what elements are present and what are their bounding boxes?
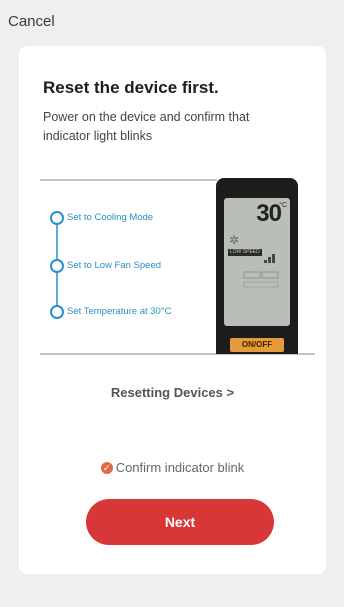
confirm-indicator-checkbox[interactable]: ✓ Confirm indicator blink xyxy=(19,460,326,475)
step-3-label: Set Temperature at 30°C xyxy=(67,306,172,317)
remote-lcd: 30 °C LOW SPEED ✲ xyxy=(224,198,290,326)
cancel-button[interactable]: Cancel xyxy=(8,13,55,30)
top-bar: Cancel xyxy=(0,0,344,44)
svg-text:✲: ✲ xyxy=(229,233,239,247)
step-marker-1 xyxy=(50,211,64,225)
page-title: Reset the device first. xyxy=(43,78,219,97)
confirm-label: Confirm indicator blink xyxy=(115,460,245,475)
step-marker-2 xyxy=(50,259,64,273)
reset-card: Reset the device first. Power on the dev… xyxy=(19,46,326,574)
lcd-segments: ✲ xyxy=(229,233,279,288)
remote-control-image: 30 °C LOW SPEED ✲ ON/OFF xyxy=(216,178,298,354)
resetting-devices-link[interactable]: Resetting Devices > xyxy=(19,385,326,400)
reset-illustration: Set to Cooling Mode Set to Low Fan Speed… xyxy=(32,176,315,356)
next-button[interactable]: Next xyxy=(86,499,274,545)
step-marker-3 xyxy=(50,305,64,319)
on-off-button-graphic: ON/OFF xyxy=(230,338,284,352)
step-1-label: Set to Cooling Mode xyxy=(67,212,154,223)
step-2-label: Set to Low Fan Speed xyxy=(67,260,162,271)
checkmark-icon: ✓ xyxy=(100,461,113,474)
screen: Cancel Reset the device first. Power on … xyxy=(0,0,344,607)
instructions-text: Power on the device and confirm that ind… xyxy=(43,110,250,143)
